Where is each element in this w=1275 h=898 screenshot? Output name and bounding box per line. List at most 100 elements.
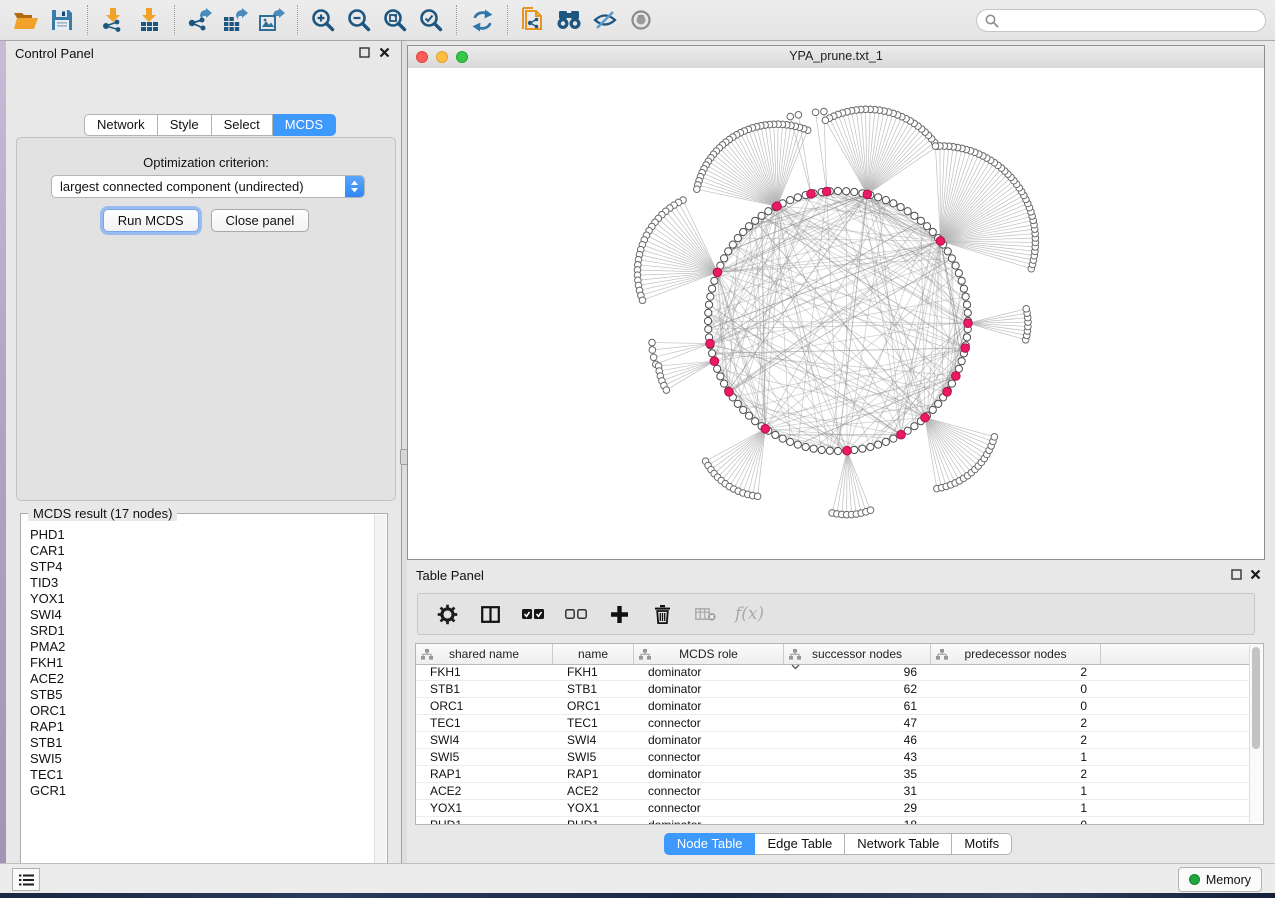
- ring-node[interactable]: [929, 406, 936, 413]
- zoom-selected-button[interactable]: [413, 2, 449, 38]
- tab-edge-table[interactable]: Edge Table: [755, 833, 845, 855]
- leaf-node[interactable]: [663, 387, 670, 394]
- mcds-hub-node[interactable]: [713, 268, 722, 277]
- leaf-node[interactable]: [639, 297, 646, 304]
- leaf-node[interactable]: [991, 434, 998, 441]
- export-image-button[interactable]: [254, 2, 290, 38]
- ring-node[interactable]: [958, 358, 965, 365]
- column-header-predecessor-nodes[interactable]: predecessor nodes: [931, 644, 1101, 664]
- ring-node[interactable]: [765, 208, 772, 215]
- ring-node[interactable]: [843, 188, 850, 195]
- ring-node[interactable]: [707, 293, 714, 300]
- ring-node[interactable]: [752, 418, 759, 425]
- open-file-button[interactable]: [8, 2, 44, 38]
- close-control-panel-button[interactable]: [379, 47, 390, 58]
- ring-node[interactable]: [955, 270, 962, 277]
- mcds-result-item[interactable]: RAP1: [30, 719, 374, 735]
- mcds-result-item[interactable]: PMA2: [30, 639, 374, 655]
- ring-node[interactable]: [875, 441, 882, 448]
- mcds-result-item[interactable]: ACE2: [30, 671, 374, 687]
- mcds-hub-node[interactable]: [952, 372, 961, 381]
- ring-node[interactable]: [911, 423, 918, 430]
- ring-node[interactable]: [708, 350, 715, 357]
- mcds-list-scrollbar[interactable]: [374, 515, 386, 876]
- ring-node[interactable]: [890, 200, 897, 207]
- ring-node[interactable]: [929, 228, 936, 235]
- import-table-button[interactable]: [131, 2, 167, 38]
- ring-node[interactable]: [802, 443, 809, 450]
- mcds-result-item[interactable]: STB1: [30, 735, 374, 751]
- leaf-node[interactable]: [649, 339, 656, 346]
- leaf-node[interactable]: [650, 354, 657, 361]
- mcds-hub-node[interactable]: [843, 446, 852, 455]
- mcds-result-item[interactable]: SWI4: [30, 607, 374, 623]
- search-input[interactable]: [1004, 12, 1265, 29]
- mcds-hub-node[interactable]: [961, 344, 970, 353]
- ring-node[interactable]: [851, 188, 858, 195]
- show-task-history-button[interactable]: [12, 868, 40, 891]
- ring-node[interactable]: [705, 326, 712, 333]
- leaf-node[interactable]: [812, 109, 819, 116]
- hide-details-button[interactable]: [587, 2, 623, 38]
- mcds-hub-node[interactable]: [964, 319, 973, 328]
- export-network-button[interactable]: [182, 2, 218, 38]
- run-mcds-button[interactable]: Run MCDS: [103, 209, 199, 232]
- mcds-hub-node[interactable]: [897, 430, 906, 439]
- leaf-node[interactable]: [932, 143, 939, 150]
- leaf-node[interactable]: [693, 186, 700, 193]
- ring-node[interactable]: [917, 217, 924, 224]
- zoom-out-button[interactable]: [341, 2, 377, 38]
- ring-node[interactable]: [787, 197, 794, 204]
- ring-node[interactable]: [826, 447, 833, 454]
- ring-node[interactable]: [834, 447, 841, 454]
- mcds-result-item[interactable]: YOX1: [30, 591, 374, 607]
- ring-node[interactable]: [779, 435, 786, 442]
- ring-node[interactable]: [810, 445, 817, 452]
- network-canvas[interactable]: [408, 68, 1264, 559]
- save-session-button[interactable]: [44, 2, 80, 38]
- optimization-criterion-select[interactable]: largest connected component (undirected): [51, 175, 365, 198]
- search-box[interactable]: [976, 9, 1266, 32]
- ring-node[interactable]: [711, 277, 718, 284]
- mcds-result-item[interactable]: SWI5: [30, 751, 374, 767]
- tab-motifs[interactable]: Motifs: [952, 833, 1012, 855]
- ring-node[interactable]: [948, 255, 955, 262]
- import-network-button[interactable]: [95, 2, 131, 38]
- ring-node[interactable]: [729, 241, 736, 248]
- ring-node[interactable]: [734, 400, 741, 407]
- ring-node[interactable]: [963, 334, 970, 341]
- scrollbar-thumb[interactable]: [1252, 647, 1260, 749]
- mcds-hub-node[interactable]: [773, 202, 782, 211]
- ring-node[interactable]: [958, 277, 965, 284]
- ring-node[interactable]: [705, 309, 712, 316]
- leaf-node[interactable]: [649, 347, 656, 354]
- add-column-button[interactable]: [606, 601, 632, 627]
- apply-layout-button[interactable]: [464, 2, 500, 38]
- mcds-hub-node[interactable]: [710, 357, 719, 366]
- ring-node[interactable]: [794, 441, 801, 448]
- first-neighbors-button[interactable]: [551, 2, 587, 38]
- mcds-result-item[interactable]: STP4: [30, 559, 374, 575]
- table-row[interactable]: FKH1FKH1dominator962: [416, 664, 1250, 681]
- table-row[interactable]: YOX1YOX1connector291: [416, 800, 1250, 817]
- ring-node[interactable]: [714, 365, 721, 372]
- ring-node[interactable]: [964, 309, 971, 316]
- ring-node[interactable]: [952, 262, 959, 269]
- ring-node[interactable]: [962, 293, 969, 300]
- ring-node[interactable]: [772, 431, 779, 438]
- leaf-node[interactable]: [821, 108, 828, 115]
- tab-network[interactable]: Network: [84, 114, 158, 136]
- ring-node[interactable]: [708, 285, 715, 292]
- show-details-button[interactable]: [623, 2, 659, 38]
- mcds-hub-node[interactable]: [706, 339, 715, 348]
- ring-node[interactable]: [867, 443, 874, 450]
- table-row[interactable]: STB1STB1dominator620: [416, 681, 1250, 698]
- mcds-hub-node[interactable]: [761, 424, 770, 433]
- ring-node[interactable]: [890, 435, 897, 442]
- table-row[interactable]: PHD1PHD1dominator180: [416, 817, 1250, 824]
- mcds-result-item[interactable]: TID3: [30, 575, 374, 591]
- ring-node[interactable]: [705, 301, 712, 308]
- ring-node[interactable]: [740, 228, 747, 235]
- leaf-node[interactable]: [1023, 305, 1030, 312]
- memory-button[interactable]: Memory: [1178, 867, 1262, 892]
